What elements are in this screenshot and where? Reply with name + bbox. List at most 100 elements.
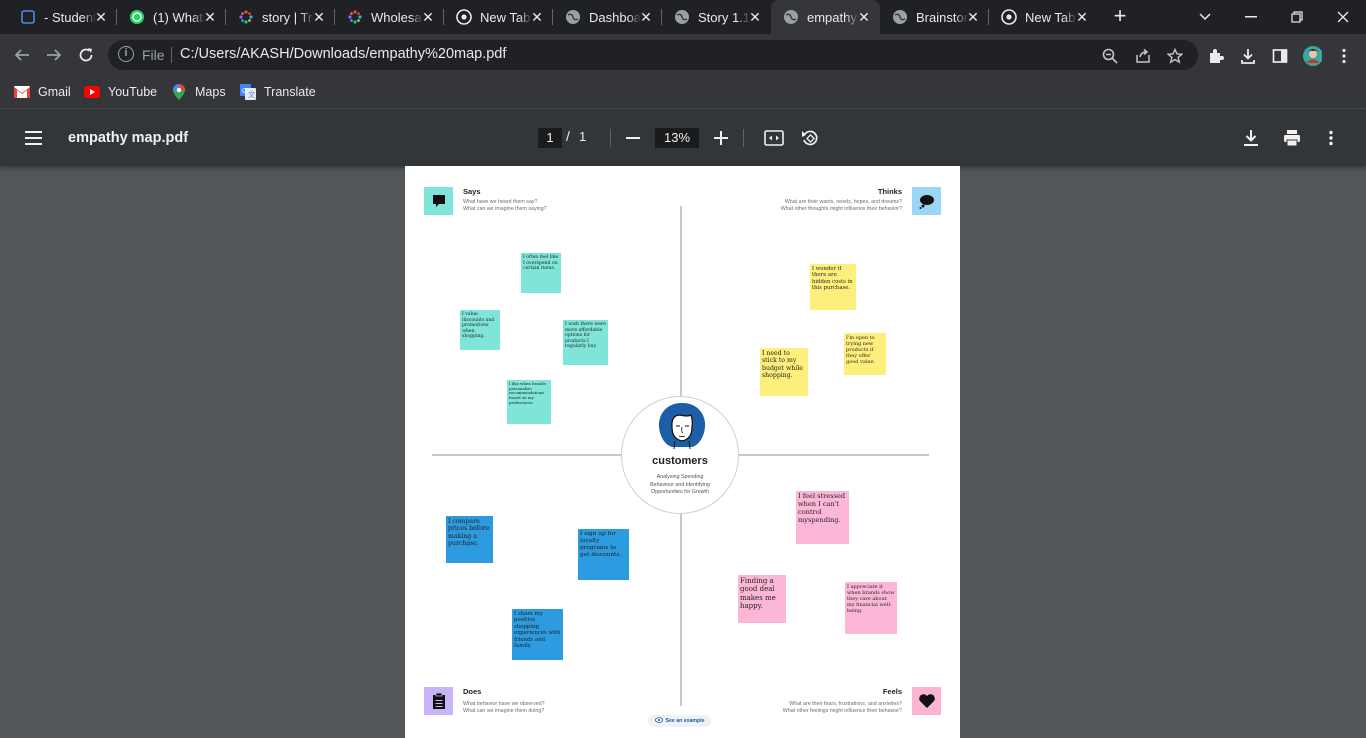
tab-new-tab-2[interactable]: New Tab ✕ <box>989 0 1098 34</box>
sticky-note: Finding a good deal makes me happy. <box>738 575 786 623</box>
chrome-icon <box>1001 9 1017 25</box>
back-button[interactable] <box>9 42 35 68</box>
side-panel-icon[interactable] <box>1270 46 1290 66</box>
scheme-label: File <box>142 47 165 63</box>
sticky-note: I appreciate it when brands show they ca… <box>845 582 897 634</box>
close-tab-icon[interactable]: ✕ <box>420 9 436 25</box>
bookmark-translate[interactable]: G文 Translate <box>240 82 316 102</box>
translate-icon: G文 <box>240 84 256 100</box>
download-icon[interactable] <box>1240 127 1262 149</box>
profile-avatar[interactable] <box>1302 46 1322 66</box>
bookmark-gmail[interactable]: Gmail <box>14 82 71 102</box>
sticky-note: I need to stick to my budget while shopp… <box>760 348 808 396</box>
zoom-out-button[interactable] <box>622 127 644 149</box>
sticky-note: I wish there were more affordable option… <box>563 320 608 365</box>
restore-button[interactable] <box>1274 0 1320 34</box>
feels-title: Feels <box>882 687 902 696</box>
rotate-icon[interactable] <box>799 127 821 149</box>
close-tab-icon[interactable]: ✕ <box>93 9 109 25</box>
gmail-icon <box>14 84 30 100</box>
bookmark-label: Gmail <box>38 85 71 99</box>
page-number-input[interactable]: 1 <box>538 128 562 148</box>
tab-student[interactable]: - Student ✕ <box>8 0 117 34</box>
globe-icon <box>892 9 908 25</box>
globe-icon <box>783 9 799 25</box>
print-icon[interactable] <box>1281 127 1303 149</box>
bookmark-maps[interactable]: Maps <box>171 82 226 102</box>
tab-whatsapp[interactable]: (1) WhatsApp ✕ <box>117 0 226 34</box>
youtube-icon <box>84 84 100 100</box>
site-info-icon[interactable]: i <box>118 46 134 62</box>
thinks-title: Thinks <box>877 187 902 196</box>
zoom-level-input[interactable]: 13% <box>655 128 699 148</box>
close-tab-icon[interactable]: ✕ <box>311 9 327 25</box>
persona-circle: customers Analysing Spending Behaviour a… <box>621 396 739 514</box>
close-tab-icon[interactable]: ✕ <box>529 9 545 25</box>
address-bar[interactable]: i File C:/Users/AKASH/Downloads/empathy%… <box>108 40 1198 70</box>
see-example-link[interactable]: See an example <box>648 715 711 727</box>
tab-new-tab-1[interactable]: New Tab ✕ <box>444 0 553 34</box>
sticky-note: I like when brands personalize recommend… <box>507 380 551 424</box>
more-options-icon[interactable] <box>1320 127 1342 149</box>
page-total: 1 <box>579 129 587 144</box>
tab-title: Dashboard <box>589 9 641 25</box>
tab-story-1[interactable]: Story 1.1 ✕ <box>662 0 771 34</box>
tab-search-chevron-icon[interactable] <box>1182 0 1228 34</box>
thought-cloud-icon <box>912 187 941 215</box>
see-example-label: See an example <box>665 718 705 724</box>
zoom-icon[interactable] <box>1101 47 1119 65</box>
bookmark-label: Maps <box>195 85 226 99</box>
tab-brainstorm[interactable]: Brainstorm ✕ <box>880 0 989 34</box>
heart-icon <box>912 687 941 715</box>
thinks-prompt-1: What are their wants, needs, hopes, and … <box>784 199 902 205</box>
eye-icon <box>654 717 663 725</box>
close-tab-icon[interactable]: ✕ <box>1074 9 1090 25</box>
tab-title: Story 1.1 <box>698 9 750 25</box>
figma-dots-icon <box>238 9 254 25</box>
svg-text:G: G <box>242 88 247 95</box>
bookmark-youtube[interactable]: YouTube <box>84 82 157 102</box>
maps-pin-icon <box>171 84 187 100</box>
close-window-button[interactable] <box>1320 0 1366 34</box>
svg-text:文: 文 <box>248 90 255 99</box>
globe-icon <box>674 9 690 25</box>
says-prompt-2: What can we imagine them saying? <box>463 206 547 212</box>
close-tab-icon[interactable]: ✕ <box>856 9 872 25</box>
sticky-note: I compare prices before making a purchas… <box>446 516 493 563</box>
minimize-button[interactable] <box>1228 0 1274 34</box>
tab-empathy-map[interactable]: empathy map ✕ <box>771 0 880 34</box>
tab-dashboard[interactable]: Dashboard ✕ <box>553 0 662 34</box>
fit-to-page-icon[interactable] <box>763 127 785 149</box>
forward-button[interactable] <box>41 42 67 68</box>
close-tab-icon[interactable]: ✕ <box>202 9 218 25</box>
tab-title: (1) WhatsApp <box>153 9 205 25</box>
share-icon[interactable] <box>1134 47 1152 65</box>
tab-title: story | Trello <box>262 9 314 25</box>
figma-dots-icon <box>347 9 363 25</box>
close-tab-icon[interactable]: ✕ <box>638 9 654 25</box>
tab-title: Brainstorm <box>916 9 968 25</box>
tab-story[interactable]: story | Trello ✕ <box>226 0 335 34</box>
hamburger-menu-icon[interactable] <box>24 128 44 148</box>
sticky-note: I'm open to trying new products if they … <box>844 333 886 375</box>
does-title: Does <box>463 687 482 696</box>
browser-toolbar: i File C:/Users/AKASH/Downloads/empathy%… <box>0 34 1366 76</box>
chrome-menu-icon[interactable] <box>1334 46 1354 66</box>
feels-prompt-2: What other feelings might influence thei… <box>782 708 902 714</box>
thinks-prompt-2: What other thoughts might influence thei… <box>780 206 902 212</box>
tab-title: Wholesale <box>371 9 423 25</box>
extensions-puzzle-icon[interactable] <box>1206 46 1226 66</box>
bookmark-star-icon[interactable] <box>1166 47 1184 65</box>
close-tab-icon[interactable]: ✕ <box>747 9 763 25</box>
reload-button[interactable] <box>73 42 99 68</box>
tab-wholesale[interactable]: Wholesale ✕ <box>335 0 444 34</box>
zoom-in-button[interactable] <box>710 127 732 149</box>
downloads-icon[interactable] <box>1238 46 1258 66</box>
sticky-note: I wonder if there are hidden costs in th… <box>810 264 856 310</box>
tab-title: New Tab <box>480 9 531 25</box>
url-text[interactable]: C:/Users/AKASH/Downloads/empathy%20map.p… <box>180 46 506 62</box>
persona-name: customers <box>652 455 708 467</box>
new-tab-button[interactable]: + <box>1108 5 1132 29</box>
close-tab-icon[interactable]: ✕ <box>965 9 981 25</box>
persona-subtitle: Analysing Spending Behaviour and Identif… <box>650 474 710 495</box>
